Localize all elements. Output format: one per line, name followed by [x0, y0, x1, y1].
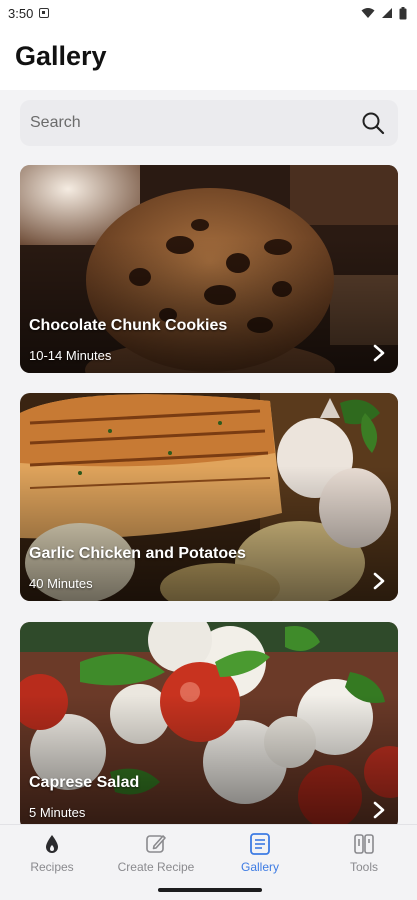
bottom-navigation: Recipes Create Recipe Gallery Tools [0, 824, 417, 900]
app-header: Gallery [0, 26, 417, 90]
gallery-content[interactable]: Chocolate Chunk Cookies 10-14 Minutes Ga… [0, 90, 417, 824]
search-bar[interactable] [20, 100, 398, 146]
nav-item-recipes[interactable]: Recipes [2, 831, 102, 881]
chevron-right-icon[interactable] [372, 571, 386, 591]
recipe-card-cookies[interactable]: Chocolate Chunk Cookies 10-14 Minutes [20, 165, 398, 373]
recipe-card-caprese-salad[interactable]: Caprese Salad 5 Minutes [20, 622, 398, 824]
status-time: 3:50 [8, 5, 34, 21]
nav-item-tools[interactable]: Tools [314, 831, 414, 881]
nav-label: Recipes [30, 860, 74, 874]
recipe-card-garlic-chicken[interactable]: Garlic Chicken and Potatoes 40 Minutes [20, 393, 398, 601]
home-indicator[interactable] [158, 888, 262, 892]
search-icon[interactable] [360, 110, 386, 136]
signal-icon [382, 8, 392, 18]
nav-label: Create Recipe [117, 860, 195, 874]
edit-icon [143, 831, 169, 857]
drop-icon [39, 831, 65, 857]
wifi-icon [361, 8, 375, 18]
recipe-title: Chocolate Chunk Cookies [29, 317, 228, 334]
recipe-time: 10-14 Minutes [29, 348, 112, 363]
tools-icon [351, 831, 377, 857]
nav-item-gallery[interactable]: Gallery [210, 831, 310, 881]
search-input[interactable] [30, 114, 360, 132]
battery-icon [399, 6, 407, 19]
recipe-title: Caprese Salad [29, 774, 140, 791]
recipe-time: 5 Minutes [29, 805, 86, 820]
nav-item-create-recipe[interactable]: Create Recipe [106, 831, 206, 881]
page-title: Gallery [15, 41, 107, 71]
status-bar: 3:50 [0, 0, 417, 26]
chevron-right-icon[interactable] [372, 800, 386, 820]
recipe-time: 40 Minutes [29, 576, 93, 591]
nav-label: Tools [349, 860, 378, 874]
nav-label: Gallery [240, 860, 279, 874]
chevron-right-icon[interactable] [372, 343, 386, 363]
gallery-icon [247, 831, 273, 857]
notification-icon [39, 8, 50, 18]
recipe-title: Garlic Chicken and Potatoes [29, 545, 246, 562]
